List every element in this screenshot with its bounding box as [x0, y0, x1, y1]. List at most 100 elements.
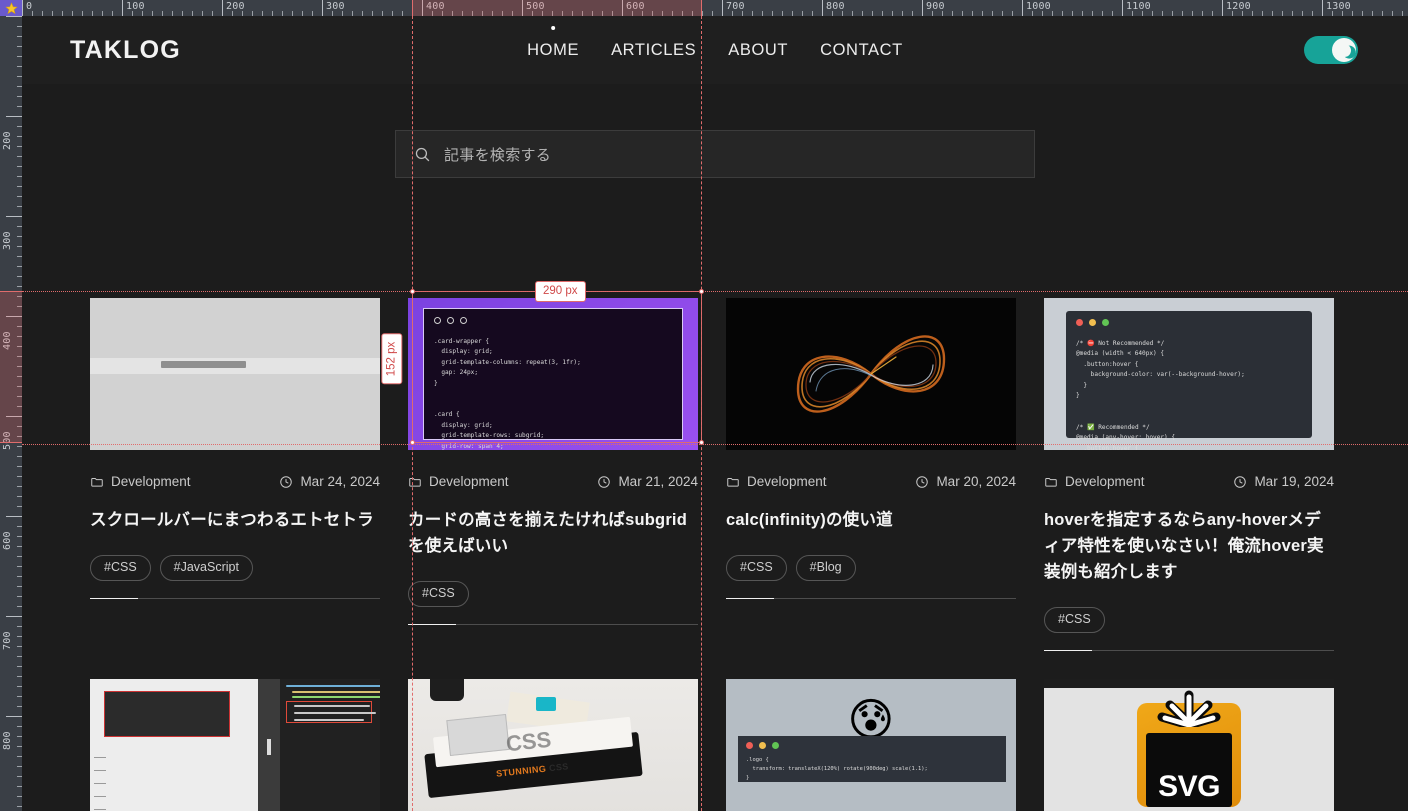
- horizontal-ruler[interactable]: 0 100 200 300 400 500 600 700 800 900 1000 1100 1200…: [22, 0, 1408, 16]
- star-icon[interactable]: [0, 0, 22, 16]
- search-input[interactable]: 記事を検索する: [395, 130, 1035, 178]
- article-title[interactable]: calc(infinity)の使い道: [726, 507, 1016, 533]
- nav-item-home[interactable]: HOME: [511, 35, 595, 66]
- moon-icon: [1336, 42, 1352, 58]
- code-any-hover-art: /* ⛔ Not Recommended */ @media (width < …: [1044, 298, 1334, 450]
- article-date: Mar 21, 2024: [597, 474, 698, 489]
- article-thumbnail[interactable]: [726, 298, 1016, 450]
- css-books-photo-art: CSS STUNNING CSS: [408, 678, 698, 811]
- article-tags: #CSS #Blog: [726, 555, 1016, 581]
- folder-icon: [1045, 477, 1057, 487]
- article-card[interactable]: 😰 .logo { transform: translateX(120%) ro…: [726, 678, 1016, 811]
- date-label: Mar 21, 2024: [618, 474, 698, 489]
- tag-chip[interactable]: #CSS: [90, 555, 151, 581]
- ruler-selection-v: [0, 291, 22, 443]
- web-page: TAKLOG HOME ARTICLES ABOUT CONTACT 記事を検索…: [22, 16, 1408, 811]
- clock-icon: [916, 475, 929, 488]
- article-category: Development: [408, 474, 509, 489]
- search-icon: [415, 147, 430, 161]
- card-divider: [1044, 649, 1334, 651]
- article-grid: Development Mar 24, 2024 スクロールバーにまつわるエトセ…: [22, 178, 1408, 811]
- card-divider: [90, 597, 380, 599]
- article-thumbnail[interactable]: /* ⛔ Not Recommended */ @media (width < …: [1044, 298, 1334, 450]
- article-thumbnail[interactable]: CSS STUNNING CSS: [408, 678, 698, 811]
- scared-emoji-code-art: 😰 .logo { transform: translateX(120%) ro…: [726, 678, 1016, 811]
- article-card[interactable]: /* ⛔ Not Recommended */ @media (width < …: [1044, 298, 1334, 651]
- article-meta: Development Mar 19, 2024: [1044, 474, 1334, 489]
- infinity-lightpaint-art: [726, 298, 1016, 450]
- article-date: Mar 19, 2024: [1233, 474, 1334, 489]
- folder-icon: [727, 477, 739, 487]
- article-card[interactable]: Development Mar 20, 2024 calc(infinity)の…: [726, 298, 1016, 651]
- article-date: Mar 20, 2024: [915, 474, 1016, 489]
- card-divider: [408, 623, 698, 625]
- screenshot-viewport: TAKLOG HOME ARTICLES ABOUT CONTACT 記事を検索…: [0, 0, 1408, 811]
- article-thumbnail[interactable]: 😰 .logo { transform: translateX(120%) ro…: [726, 678, 1016, 811]
- category-label: Development: [747, 474, 827, 489]
- main-navigation: HOME ARTICLES ABOUT CONTACT: [511, 35, 919, 66]
- clock-icon: [280, 475, 293, 488]
- article-tags: #CSS: [408, 581, 698, 607]
- thumbnail-code: .card-wrapper { display: grid; grid-temp…: [434, 338, 581, 450]
- article-tags: #CSS #JavaScript: [90, 555, 380, 581]
- star-icon-glyph: [4, 1, 18, 14]
- article-thumbnail[interactable]: [90, 298, 380, 450]
- nav-item-about[interactable]: ABOUT: [712, 35, 804, 66]
- article-meta: Development Mar 21, 2024: [408, 474, 698, 489]
- article-meta: Development Mar 24, 2024: [90, 474, 380, 489]
- article-meta: Development Mar 20, 2024: [726, 474, 1016, 489]
- window-dots: [434, 317, 467, 324]
- tag-chip[interactable]: #Blog: [795, 555, 856, 581]
- article-tags: #CSS: [1044, 607, 1334, 633]
- date-label: Mar 24, 2024: [300, 474, 380, 489]
- search-placeholder-text: 記事を検索する: [444, 146, 552, 164]
- tag-chip[interactable]: #CSS: [726, 555, 787, 581]
- code-subgrid-art: .card-wrapper { display: grid; grid-temp…: [408, 298, 698, 450]
- window-dots: [1076, 319, 1109, 326]
- article-title[interactable]: hoverを指定するならany-hoverメディア特性を使いなさい！俺流hove…: [1044, 507, 1334, 585]
- article-category: Development: [90, 474, 191, 489]
- nav-item-articles[interactable]: ARTICLES: [595, 35, 712, 66]
- card-divider: [726, 597, 1016, 599]
- category-label: Development: [1065, 474, 1145, 489]
- article-card[interactable]: [90, 678, 380, 811]
- article-date: Mar 24, 2024: [279, 474, 380, 489]
- folder-icon: [91, 477, 103, 487]
- date-label: Mar 20, 2024: [936, 474, 1016, 489]
- site-header: TAKLOG HOME ARTICLES ABOUT CONTACT: [22, 16, 1408, 84]
- devtools-screenshot-art: [90, 678, 380, 811]
- site-logo[interactable]: TAKLOG: [70, 36, 181, 65]
- theme-toggle-switch[interactable]: [1304, 36, 1358, 64]
- window-dots: [746, 741, 779, 749]
- tag-chip[interactable]: #CSS: [408, 581, 469, 607]
- toggle-knob: [1332, 38, 1356, 62]
- article-thumbnail[interactable]: SVG: [1044, 678, 1334, 811]
- svg-logo-art: SVG: [1044, 678, 1334, 811]
- article-card[interactable]: CSS STUNNING CSS: [408, 678, 698, 811]
- article-category: Development: [726, 474, 827, 489]
- ruler-selection-h: [412, 0, 702, 16]
- nav-item-contact[interactable]: CONTACT: [804, 35, 919, 66]
- article-title[interactable]: スクロールバーにまつわるエトセトラ: [90, 507, 380, 533]
- clock-icon: [1234, 475, 1247, 488]
- scrollbar-screenshot-art: [90, 298, 380, 450]
- article-thumbnail[interactable]: .card-wrapper { display: grid; grid-temp…: [408, 298, 698, 450]
- article-thumbnail[interactable]: [90, 678, 380, 811]
- article-title[interactable]: カードの高さを揃えたければsubgridを使えばいい: [408, 507, 698, 559]
- svg-burst-icon: [1157, 690, 1221, 727]
- search-section: 記事を検索する: [22, 84, 1408, 178]
- article-card[interactable]: SVG: [1044, 678, 1334, 811]
- category-label: Development: [429, 474, 509, 489]
- folder-icon: [409, 477, 421, 487]
- thumbnail-code: /* ⛔ Not Recommended */ @media (width < …: [1076, 340, 1245, 450]
- date-label: Mar 19, 2024: [1254, 474, 1334, 489]
- tag-chip[interactable]: #CSS: [1044, 607, 1105, 633]
- article-card[interactable]: Development Mar 24, 2024 スクロールバーにまつわるエトセ…: [90, 298, 380, 651]
- vertical-ruler[interactable]: 200300400500600700800900: [0, 16, 22, 811]
- tag-chip[interactable]: #JavaScript: [159, 555, 253, 581]
- infinity-art-svg: [796, 335, 946, 413]
- article-card[interactable]: .card-wrapper { display: grid; grid-temp…: [408, 298, 698, 651]
- article-category: Development: [1044, 474, 1145, 489]
- category-label: Development: [111, 474, 191, 489]
- clock-icon: [598, 475, 611, 488]
